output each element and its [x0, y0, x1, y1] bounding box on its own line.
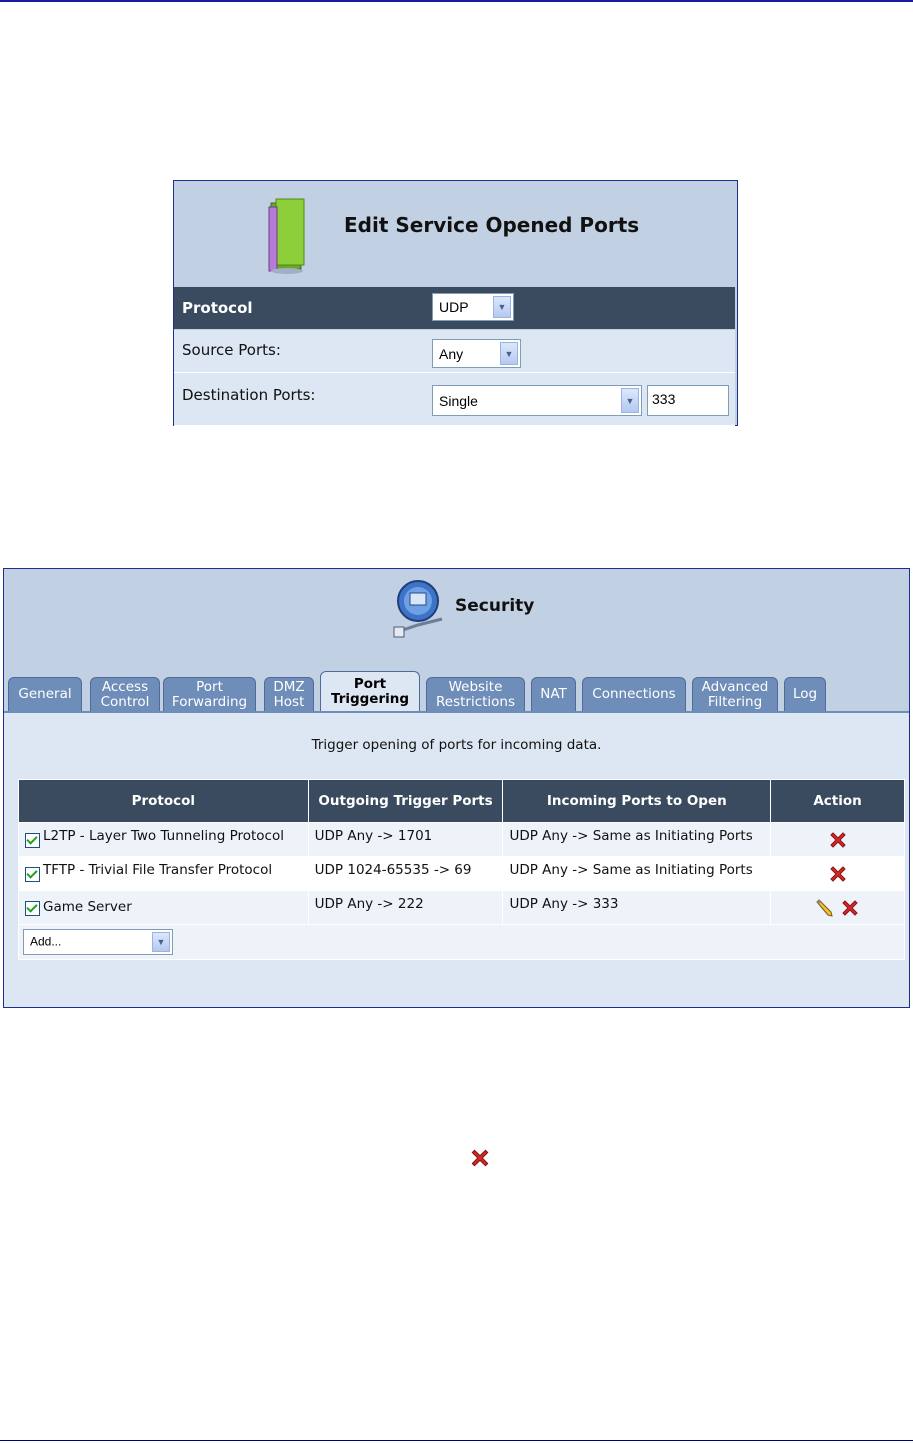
tab-advanced-filtering[interactable]: Advanced Filtering	[692, 677, 778, 711]
table-row: TFTP - Trivial File Transfer Protocol UD…	[18, 856, 905, 891]
chevron-down-icon[interactable]: ▼	[621, 388, 639, 413]
security-panel: Security General Access Control Port Forwa…	[3, 568, 910, 1008]
chevron-down-icon[interactable]: ▼	[152, 932, 170, 952]
destination-port-input[interactable]: 333	[647, 385, 729, 416]
top-rule	[0, 0, 913, 2]
destination-ports-mode-select[interactable]: Single ▼	[432, 385, 642, 416]
destination-ports-mode-value: Single	[439, 392, 478, 409]
add-select-value: Add...	[30, 934, 62, 949]
protocol-row: Protocol UDP ▼	[174, 287, 735, 329]
table-row: Game Server UDP Any -> 222 UDP Any -> 33…	[18, 890, 905, 925]
port-triggering-description: Trigger opening of ports for incoming da…	[311, 737, 602, 753]
table-row: L2TP - Layer Two Tunneling Protocol UDP …	[18, 822, 905, 857]
action-cell	[770, 822, 905, 857]
tab-label: Port	[353, 675, 387, 692]
delete-x-icon	[471, 1149, 489, 1167]
globe-shield-icon	[393, 580, 443, 638]
enable-checkbox[interactable]	[25, 833, 40, 848]
protocol-label: Protocol	[182, 299, 253, 317]
protocol-cell: TFTP - Trivial File Transfer Protocol	[18, 856, 309, 891]
tab-label: Control	[100, 693, 150, 710]
source-ports-select[interactable]: Any ▼	[432, 339, 521, 368]
incoming-cell: UDP Any -> Same as Initiating Ports	[502, 822, 772, 857]
delete-x-icon[interactable]	[827, 863, 849, 885]
chevron-down-icon[interactable]: ▼	[500, 342, 518, 365]
source-ports-label: Source Ports:	[182, 341, 281, 359]
tab-label: Restrictions	[435, 693, 516, 710]
edit-service-opened-ports-panel: Edit Service Opened Ports Protocol UDP ▼…	[173, 180, 738, 426]
outgoing-cell: UDP Any -> 1701	[307, 822, 504, 857]
table-header-row: Protocol Outgoing Trigger Ports Incoming…	[18, 779, 905, 823]
tab-label: Log	[792, 686, 818, 702]
port-triggering-table: Protocol Outgoing Trigger Ports Incoming…	[18, 779, 905, 960]
incoming-cell: UDP Any -> Same as Initiating Ports	[502, 856, 772, 891]
chevron-down-icon[interactable]: ▼	[493, 296, 511, 318]
tab-label: Advanced	[701, 678, 769, 695]
protocol-select[interactable]: UDP ▼	[432, 293, 514, 321]
tab-port-triggering[interactable]: Port Triggering	[320, 671, 420, 711]
tab-label: Filtering	[707, 693, 763, 710]
edit-panel-header: Edit Service Opened Ports	[174, 181, 737, 287]
add-cell: Add... ▼	[18, 924, 905, 960]
column-header-protocol: Protocol	[18, 779, 309, 823]
protocol-cell: Game Server	[18, 890, 309, 925]
tab-label: Website	[448, 678, 503, 695]
bottom-rule	[0, 1440, 913, 1441]
tab-label: Access	[101, 678, 149, 695]
add-select[interactable]: Add... ▼	[23, 929, 173, 955]
edit-panel-title: Edit Service Opened Ports	[344, 213, 640, 237]
tab-access-control[interactable]: Access Control	[90, 677, 160, 711]
tab-label: Port	[196, 678, 223, 695]
tab-label: Host	[273, 693, 305, 710]
tab-label: General	[18, 686, 72, 702]
column-header-action: Action	[770, 779, 905, 823]
destination-ports-label: Destination Ports:	[182, 386, 316, 404]
tab-log[interactable]: Log	[784, 677, 826, 711]
delete-x-icon[interactable]	[827, 829, 849, 851]
tab-general[interactable]: General	[8, 677, 82, 711]
protocol-name: Game Server	[43, 899, 132, 915]
tab-label: Connections	[592, 686, 676, 702]
protocol-select-value: UDP	[439, 299, 469, 315]
column-header-outgoing: Outgoing Trigger Ports	[307, 779, 504, 823]
pencil-icon[interactable]	[814, 898, 834, 918]
protocol-cell: L2TP - Layer Two Tunneling Protocol	[18, 822, 309, 857]
tab-port-forwarding[interactable]: Port Forwarding	[163, 677, 256, 711]
tab-nat[interactable]: NAT	[531, 677, 576, 711]
tab-dmz-host[interactable]: DMZ Host	[264, 677, 314, 711]
delete-x-icon[interactable]	[839, 897, 861, 919]
tab-website-restrictions[interactable]: Website Restrictions	[426, 677, 525, 711]
source-ports-row: Source Ports: Any ▼	[174, 330, 735, 373]
add-row: Add... ▼	[18, 924, 905, 960]
book-icon	[268, 198, 305, 274]
tab-bar: General Access Control Port Forwarding DMZ…	[4, 669, 909, 711]
protocol-name: TFTP - Trivial File Transfer Protocol	[43, 862, 273, 878]
source-ports-select-value: Any	[439, 345, 464, 362]
tab-label: Forwarding	[171, 693, 248, 710]
column-header-incoming: Incoming Ports to Open	[502, 779, 772, 823]
tab-label: Triggering	[330, 690, 410, 707]
action-cell	[770, 890, 905, 925]
protocol-name: L2TP - Layer Two Tunneling Protocol	[43, 828, 284, 844]
enable-checkbox[interactable]	[25, 867, 40, 882]
security-title: Security	[455, 596, 535, 616]
port-triggering-content: Trigger opening of ports for incoming da…	[4, 713, 909, 1007]
tab-label: NAT	[540, 686, 567, 702]
tab-connections[interactable]: Connections	[582, 677, 686, 711]
tab-label: DMZ	[273, 678, 305, 695]
outgoing-cell: UDP Any -> 222	[307, 890, 504, 925]
enable-checkbox[interactable]	[25, 901, 40, 916]
outgoing-cell: UDP 1024-65535 -> 69	[307, 856, 504, 891]
action-cell	[770, 856, 905, 891]
destination-ports-row: Destination Ports: Single ▼ 333	[174, 373, 735, 426]
incoming-cell: UDP Any -> 333	[502, 890, 772, 925]
